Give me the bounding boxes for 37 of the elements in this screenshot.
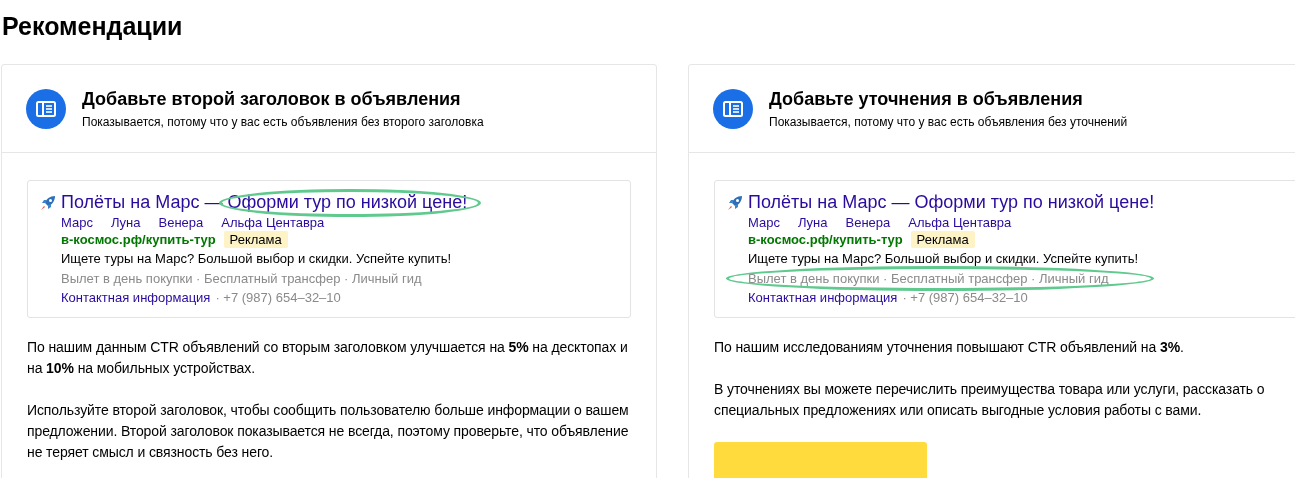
ad-label: Реклама	[223, 231, 288, 248]
description-text: По нашим данным CTR объявлений со вторым заголовком улучшается на 5% на десктопах и на 10% на мобильных устройствах.	[27, 338, 629, 378]
ad-text: Ищете туры на Марс? Большой выбор и скидки. Успейте купить!	[61, 251, 453, 266]
ad-text: Ищете туры на Марс? Большой выбор и скидки. Успейте купить!	[748, 251, 1140, 266]
sitelink[interactable]: Венера	[845, 215, 891, 230]
document-icon	[713, 89, 753, 129]
document-icon	[26, 89, 66, 129]
sitelink[interactable]: Луна	[110, 215, 141, 230]
ad-callouts: Вылет в день покупки · Бесплатный трансфер · Личный гид	[748, 271, 1109, 286]
ad-second-title-link[interactable]: Оформи тур по низкой цене!	[914, 192, 1155, 212]
ad-callouts: Вылет в день покупки · Бесплатный трансфер · Личный гид	[61, 271, 422, 286]
contact-info-link[interactable]: Контактная информация	[748, 290, 898, 305]
phone-number: · +7 (987) 654–32–10	[215, 290, 341, 305]
sitelink[interactable]: Марс	[61, 215, 93, 230]
contact-info-link[interactable]: Контактная информация	[61, 290, 211, 305]
card-subtitle: Показывается, потому что у вас есть объявления без второго заголовка	[82, 115, 484, 129]
description-text: Используйте второй заголовок, чтобы сообщить пользователю больше информации о вашем предложении. Второй заголовок показывается не всегда, поэтому проверьте, что объявление не теряет смысл и связность без него.	[27, 401, 630, 462]
card-title: Добавьте уточнения в объявления	[769, 89, 1084, 110]
rocket-icon	[727, 195, 743, 211]
action-button[interactable]	[714, 442, 927, 478]
sitelink[interactable]: Альфа Центавра	[221, 215, 325, 230]
rocket-icon	[40, 195, 56, 211]
ad-title-link[interactable]: Полёты на Марс —	[748, 192, 910, 213]
sitelink[interactable]: Луна	[797, 215, 828, 230]
card-subtitle: Показывается, потому что у вас есть объявления без уточнений	[769, 115, 1128, 129]
ad-domain-link[interactable]: в-космос.рф/купить-тур	[61, 232, 216, 247]
sitelink[interactable]: Венера	[158, 215, 204, 230]
description-text: По нашим исследованиям уточнения повышают CTR объявлений на 3%.	[714, 338, 1185, 357]
page-title: Рекомендации	[1, 11, 184, 42]
ad-second-title-link[interactable]: Оформи тур по низкой цене!	[227, 192, 468, 212]
ad-label: Реклама	[910, 231, 975, 248]
card-title: Добавьте второй заголовок в объявления	[82, 89, 462, 110]
sitelink[interactable]: Марс	[748, 215, 780, 230]
phone-number: · +7 (987) 654–32–10	[902, 290, 1028, 305]
sitelink[interactable]: Альфа Центавра	[908, 215, 1012, 230]
description-text: В уточнениях вы можете перечислить преимущества товара или услуги, рассказать о специальных предложениях или описать выгодные условия работы с вами.	[714, 380, 1266, 420]
ad-domain-link[interactable]: в-космос.рф/купить-тур	[748, 232, 903, 247]
